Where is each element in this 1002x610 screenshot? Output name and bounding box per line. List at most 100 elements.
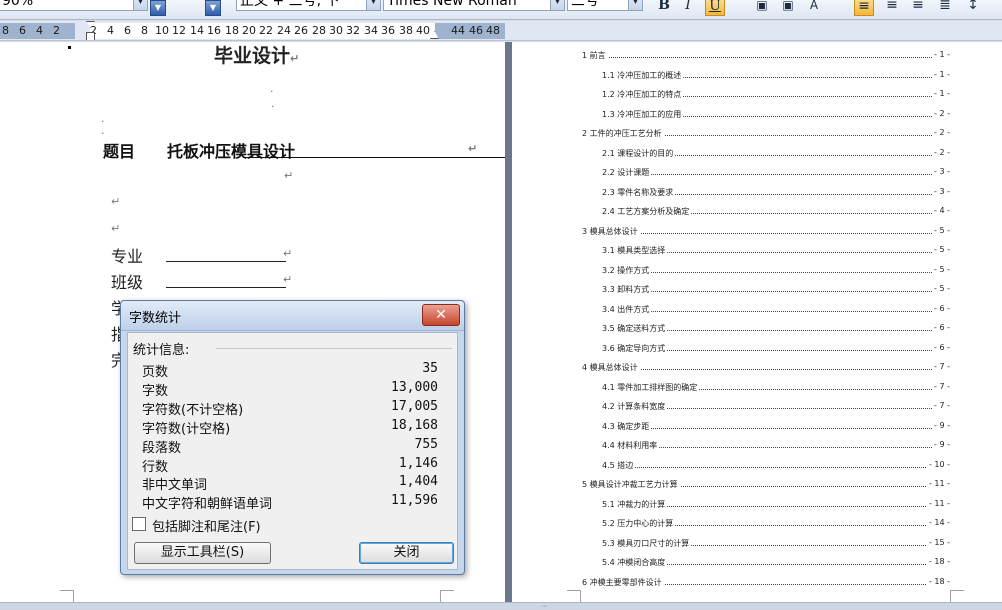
checkbox-label[interactable]: 包括脚注和尾注(F) xyxy=(152,516,261,535)
font-color-icon[interactable]: A xyxy=(804,0,824,16)
toc-entry[interactable]: 3 模具总体设计 - 5 - xyxy=(582,224,950,238)
ruler-tick: 2 xyxy=(53,24,60,37)
close-button[interactable]: 关闭 xyxy=(359,542,454,564)
toc-page-number: - 6 - xyxy=(932,303,950,313)
align-right-icon[interactable]: ≡ xyxy=(908,0,928,16)
toc-entry[interactable]: 2.2 设计课题 - 3 - xyxy=(602,165,950,179)
ruler-tick: 36 xyxy=(381,24,395,37)
toc-title: 3.1 模具类型选择 xyxy=(602,245,668,256)
toc-entry[interactable]: 5.4 冲模闭合高度 - 18 - xyxy=(602,555,950,569)
dropdown-arrow-icon[interactable]: ▼ xyxy=(150,0,166,16)
stats-header: 统计信息: xyxy=(133,343,190,358)
toc-title: 4.4 材料利用率 xyxy=(602,440,660,451)
horizontal-ruler[interactable]: 8 6 4 2 2 4 6 8 10 12 14 16 18 20 22 24 … xyxy=(0,21,1002,41)
show-toolbar-button[interactable]: 显示工具栏(S) xyxy=(134,542,271,564)
toc-leader xyxy=(602,271,950,273)
align-left-icon[interactable]: ≡ xyxy=(854,0,874,16)
toc-page-number: - 14 - xyxy=(926,518,950,527)
ruler-tick: 18 xyxy=(225,24,239,37)
ruler-tick: 44 xyxy=(451,24,465,37)
stat-label: 字符数(计空格) xyxy=(142,422,231,437)
ruler-tick: 8 xyxy=(141,24,148,37)
zoom-combo[interactable]: 90% ▼ xyxy=(0,0,148,11)
bold-button[interactable]: B xyxy=(654,0,674,16)
stat-row: 字符数(不计空格) 17,005 xyxy=(142,399,438,418)
ruler-tick: 20 xyxy=(242,24,256,37)
dropdown-arrow-icon[interactable]: ▼ xyxy=(205,0,221,16)
toc-title: 4 模具总体设计 xyxy=(582,362,640,373)
line-spacing-icon[interactable]: ↕ xyxy=(963,0,983,16)
stat-value: 17,005 xyxy=(391,399,438,414)
font-size-value: 三号 xyxy=(571,0,599,9)
toc-title: 6 冲模主要零部件设计 xyxy=(582,576,664,588)
toc-entry[interactable]: 3.4 出件方式 - 6 - xyxy=(602,302,950,316)
toc-page-number: - 5 - xyxy=(932,284,950,293)
toc-entry[interactable]: 5.3 模具刃口尺寸的计算 - 15 - xyxy=(602,536,950,550)
toc-entry[interactable]: 2.1 课程设计的目的 - 2 - xyxy=(602,146,950,160)
style-combo[interactable]: 正文 + 三号, 下 ▼ xyxy=(236,0,381,11)
scrollbar-grip-icon[interactable]: ⋯ xyxy=(532,604,556,610)
checkbox[interactable] xyxy=(132,517,146,531)
toc-entry[interactable]: 5.1 冲裁力的计算 - 11 - xyxy=(602,497,950,511)
toc-entry[interactable]: 3.1 模具类型选择 - 5 - xyxy=(602,243,950,257)
stat-label: 行数 xyxy=(142,460,169,475)
chevron-down-icon[interactable]: ▼ xyxy=(366,0,380,10)
font-size-combo[interactable]: 三号 ▼ xyxy=(567,0,643,11)
toc-entry[interactable]: 2.3 零件名称及要求 - 3 - xyxy=(602,185,950,199)
toc-entry[interactable]: 2 工件的冲压工艺分析 - 2 - xyxy=(582,126,950,140)
toc-leader xyxy=(602,427,950,429)
ruler-tick: 28 xyxy=(312,24,326,37)
toc-entry[interactable]: 3.5 确定送料方式 - 6 - xyxy=(602,321,950,335)
ruler-tick: 6 xyxy=(124,24,131,37)
stat-value: 1,404 xyxy=(398,474,438,489)
toc-entry[interactable]: 4.4 材料利用率 - 9 - xyxy=(602,438,950,452)
chevron-down-icon[interactable]: ▼ xyxy=(550,0,564,10)
align-center-icon[interactable]: ≡ xyxy=(882,0,902,16)
toc-entry[interactable]: 4.5 搭边 - 10 - xyxy=(602,458,950,472)
toc-entry[interactable]: 2.4 工艺方案分析及确定 - 4 - xyxy=(602,204,950,218)
toc-entry[interactable]: 1.3 冷冲压加工的应用 - 2 - xyxy=(602,107,950,121)
character-border-icon[interactable]: ▣ xyxy=(752,0,772,16)
stat-value: 18,168 xyxy=(391,418,438,433)
toc-entry[interactable]: 4.2 计算条料宽度 - 7 - xyxy=(602,399,950,413)
justify-icon[interactable]: ≣ xyxy=(935,0,955,16)
toc-page-number: - 1 - xyxy=(932,89,950,98)
horizontal-scrollbar[interactable]: ⋯ xyxy=(0,602,1002,610)
toc-entry[interactable]: 1.2 冷冲压加工的特点 - 1 - xyxy=(602,87,950,101)
italic-button[interactable]: I xyxy=(678,0,698,16)
stat-row: 中文字符和朝鲜语单词 11,596 xyxy=(142,493,438,512)
character-shading-icon[interactable]: ▣ xyxy=(778,0,798,16)
chevron-down-icon[interactable]: ▼ xyxy=(628,0,642,10)
word-window: 90% ▼ ▼ ▼ 正文 + 三号, 下 ▼ Times New Roman ▼… xyxy=(0,0,1002,610)
topic-value: 托板冲压模具设计 xyxy=(167,142,296,161)
stat-label: 页数 xyxy=(142,365,169,380)
cover-title-text: 毕业设计 xyxy=(214,45,291,67)
toc-page-number: - 4 - xyxy=(932,206,950,215)
underline-button[interactable]: U xyxy=(705,0,725,16)
page-toc[interactable]: 1 前言 - 1 - 1.1 冷冲压加工的概述 - 1 - 1.2 冷冲压加工的特点 - … xyxy=(512,42,1002,610)
toc-entry[interactable]: 6 冲模主要零部件设计 - 18 - xyxy=(582,575,950,589)
toc-entry[interactable]: 4.3 确定步距 - 9 - xyxy=(602,419,950,433)
toc-title: 5 模具设计冲裁工艺力计算 xyxy=(582,479,680,490)
toc-page-number: - 7 - xyxy=(932,401,950,410)
toc-entry[interactable]: 1 前言 - 1 - xyxy=(582,48,950,62)
toc-title: 2.3 零件名称及要求 xyxy=(602,186,676,198)
toc-entry[interactable]: 3.2 操作方式 - 5 - xyxy=(602,263,950,277)
toc-entry[interactable]: 3.6 确定导向方式 - 6 - xyxy=(602,341,950,355)
toc-entry[interactable]: 4 模具总体设计 - 7 - xyxy=(582,360,950,374)
close-icon[interactable]: ✕ xyxy=(422,304,460,326)
toc-page-number: - 9 - xyxy=(932,440,950,449)
toc-entry[interactable]: 4.1 零件加工排样图的确定 - 7 - xyxy=(602,380,950,394)
toc-entry[interactable]: 3.3 卸料方式 - 5 - xyxy=(602,282,950,296)
ruler-tick: 14 xyxy=(190,24,204,37)
toc-entry[interactable]: 5 模具设计冲裁工艺力计算 - 11 - xyxy=(582,477,950,491)
left-indent-marker[interactable] xyxy=(86,32,95,40)
dialog-titlebar[interactable]: 字数统计 ✕ xyxy=(121,301,464,331)
toc-entry[interactable]: 5.2 压力中心的计算 - 14 - xyxy=(602,516,950,530)
chevron-down-icon[interactable]: ▼ xyxy=(133,0,147,10)
toc-page-number: - 15 - xyxy=(926,537,950,547)
toc-entry[interactable]: 1.1 冷冲压加工的概述 - 1 - xyxy=(602,68,950,82)
toc-page-number: - 2 - xyxy=(932,128,950,137)
toc-title: 1.2 冷冲压加工的特点 xyxy=(602,89,684,100)
font-combo[interactable]: Times New Roman ▼ xyxy=(383,0,565,11)
